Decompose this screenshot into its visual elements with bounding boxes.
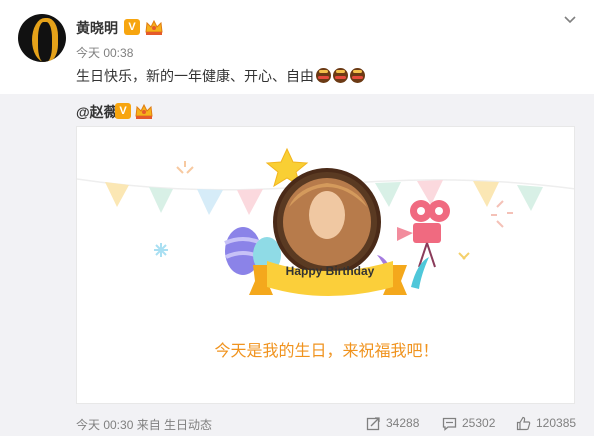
happy-birthday-label: Happy Birthday [285,264,375,278]
verified-badge-icon: V [115,103,131,119]
sparkle-icon [458,252,470,260]
sparkle-icon [491,200,513,228]
verified-badge-icon: V [124,19,140,35]
repost-mention[interactable]: @赵薇 [76,102,118,122]
post-text: 生日快乐，新的一年健康、开心、自由 [76,66,365,86]
like-count: 120385 [536,416,577,430]
comment-icon [442,417,457,431]
crown-icon [135,103,153,119]
bunting-flag [197,189,223,215]
bunting-flag [237,189,263,215]
weibo-post: 黄晓明 V 今天 00:38 生日快乐，新的一年健康、开心、自由 [0,0,594,94]
like-count-button[interactable]: 120385 [516,414,576,432]
sparkle-icon [154,243,168,257]
cake-emoji-icon [316,68,331,83]
comment-count: 25302 [462,416,496,430]
bunting-flag [473,181,499,207]
repost-footer: 今天 00:30 来自 生日动态 34288 25302 120385 [76,414,576,434]
bunting-flag [375,182,401,207]
birthday-message: 今天是我的生日，来祝福我吧！ [214,343,439,360]
bunting-flag [517,185,543,211]
comment-count-button[interactable]: 25302 [442,414,495,432]
repost-count-button[interactable]: 34288 [366,414,419,432]
repost-count: 34288 [386,416,420,430]
crown-icon [145,19,163,35]
repost-meta[interactable]: 今天 00:30 来自 生日动态 [76,416,212,433]
reposted-content: @赵薇 V Happy Birthday 今天是我的生日，来祝福我吧！ 今天 0… [0,94,594,436]
author-name[interactable]: 黄晓明 [76,18,118,38]
author-avatar[interactable] [18,14,66,62]
cake-emoji-icon [333,68,348,83]
bunting-flag [105,182,129,207]
post-timestamp[interactable]: 今天 00:38 [76,44,133,61]
cake-emoji-icon [350,68,365,83]
sparkle-icon [176,161,194,174]
bunting-flag [149,187,173,213]
thumbs-up-icon [516,416,531,430]
chevron-down-icon[interactable] [562,12,578,28]
post-text-body: 生日快乐，新的一年健康、开心、自由 [76,68,314,84]
birthday-card[interactable]: Happy Birthday 今天是我的生日，来祝福我吧！ [76,126,575,404]
repost-icon [366,416,380,430]
